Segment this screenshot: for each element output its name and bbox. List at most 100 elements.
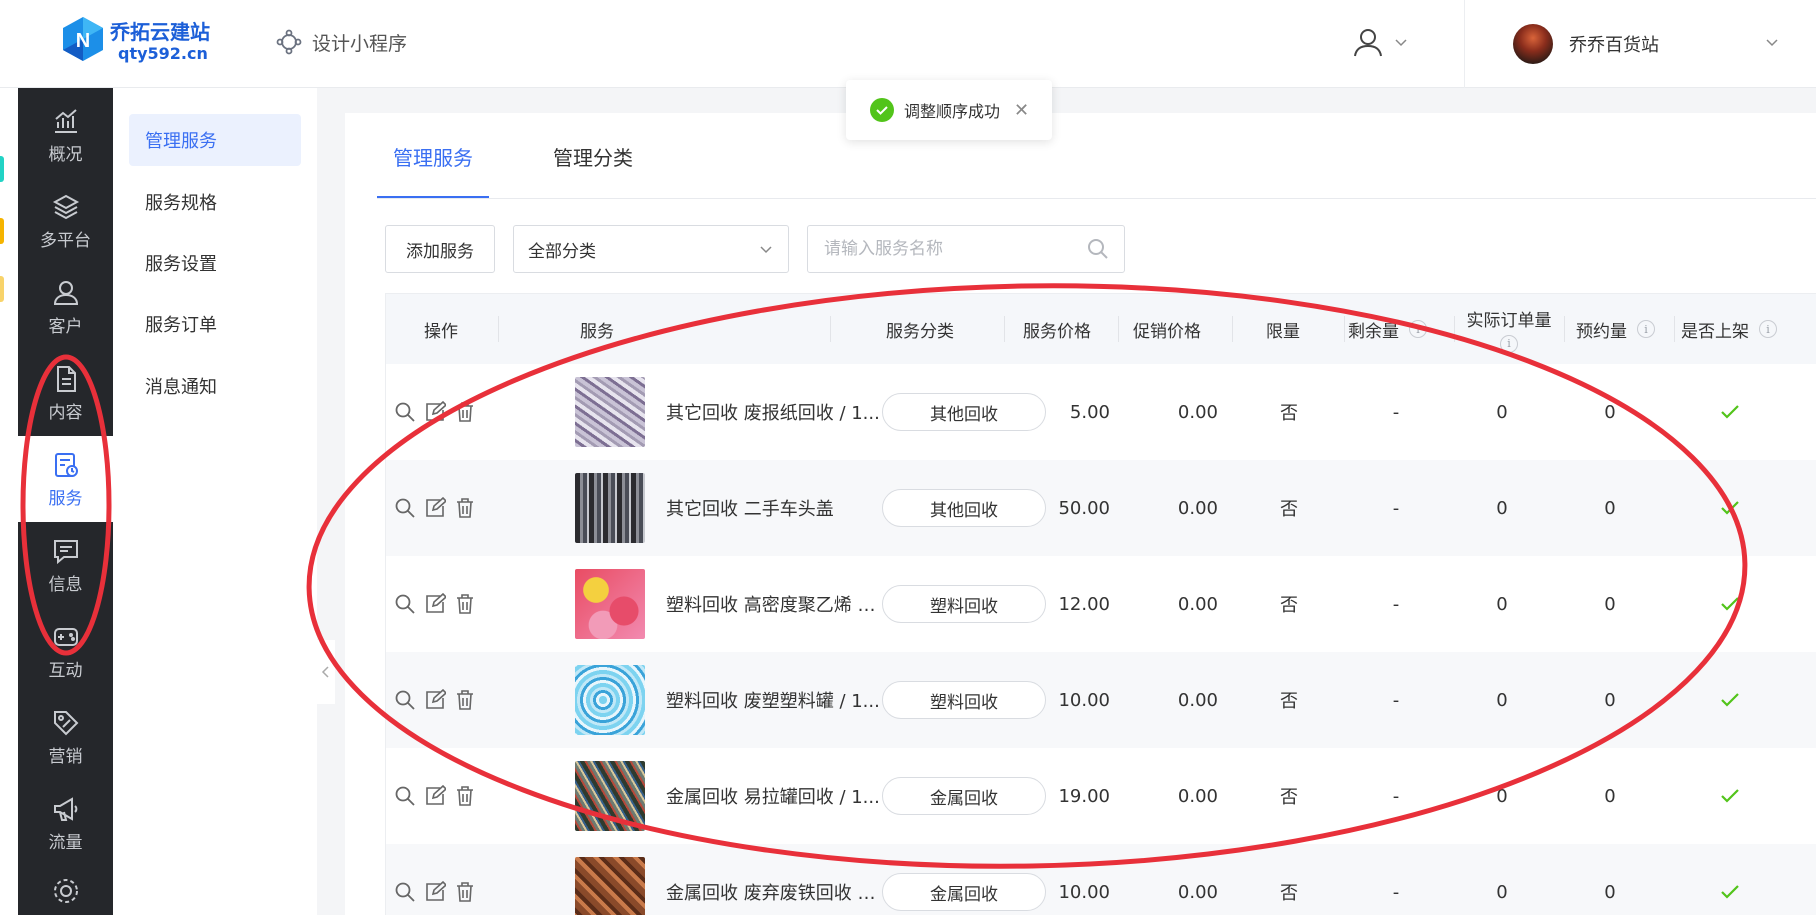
service-name[interactable]: 金属回收 废弃废铁回收 /...: [666, 879, 880, 905]
service-table: 操作 服务 服务分类 服务价格 促销价格 限量 剩余量 i 实际订单量 i 预约…: [385, 293, 1816, 915]
nav-label: 内容: [48, 402, 83, 423]
document-icon: [56, 365, 76, 392]
view-icon[interactable]: [394, 689, 416, 711]
service-name[interactable]: 金属回收 易拉罐回收 / 1...: [666, 783, 880, 809]
rail-marker: [0, 156, 4, 182]
price-cell: 12.00: [1058, 593, 1110, 615]
view-icon[interactable]: [394, 497, 416, 519]
on-shelf-cell[interactable]: [1719, 556, 1741, 652]
promo-price-cell: 0.00: [1177, 689, 1218, 711]
on-shelf-cell[interactable]: [1719, 844, 1741, 915]
on-shelf-cell[interactable]: [1719, 748, 1741, 844]
view-icon[interactable]: [394, 593, 416, 615]
delete-icon[interactable]: [454, 881, 476, 903]
on-shelf-cell[interactable]: [1719, 652, 1741, 748]
edit-icon[interactable]: [424, 881, 446, 903]
column-divider: [1454, 316, 1455, 342]
account-menu[interactable]: [1352, 22, 1408, 62]
edit-icon[interactable]: [424, 497, 446, 519]
row-actions: [394, 556, 476, 652]
nav-item-marketing[interactable]: 营销: [18, 694, 113, 780]
column-divider: [498, 316, 499, 342]
brand-logo[interactable]: N 乔拓云建站 qty592.cn: [60, 14, 280, 74]
submenu-service-spec[interactable]: 服务规格: [129, 176, 301, 228]
submenu-manage-service[interactable]: 管理服务: [129, 114, 301, 166]
chart-icon: [54, 108, 77, 133]
delete-icon[interactable]: [454, 593, 476, 615]
design-miniprogram-button[interactable]: 设计小程序: [276, 24, 407, 60]
service-name[interactable]: 塑料回收 高密度聚乙烯 /...: [666, 591, 880, 617]
game-icon: [53, 627, 78, 646]
row-actions: [394, 748, 476, 844]
nav-item-service[interactable]: 服务: [18, 436, 113, 522]
on-shelf-cell[interactable]: [1719, 460, 1741, 556]
column-divider: [1564, 316, 1565, 342]
info-icon[interactable]: i: [1637, 320, 1655, 338]
service-thumbnail[interactable]: [575, 460, 645, 556]
brand-domain: qty592.cn: [118, 44, 208, 63]
success-check-icon: [870, 98, 894, 122]
submenu-notifications[interactable]: 消息通知: [129, 360, 301, 412]
view-icon[interactable]: [394, 785, 416, 807]
delete-icon[interactable]: [454, 401, 476, 423]
toast-message: 调整顺序成功: [904, 102, 1001, 121]
table-row: 金属回收 易拉罐回收 / 1... 金属回收 19.00 0.00 否 - 0 …: [386, 748, 1816, 844]
service-thumbnail[interactable]: [575, 364, 645, 460]
main-panel: 管理服务 管理分类 添加服务 全部分类 操作 服务 服务分类 服务价格 促销价格…: [345, 113, 1816, 915]
tab-manage-category[interactable]: 管理分类: [537, 113, 649, 199]
nav-item-content[interactable]: 内容: [18, 350, 113, 436]
tab-manage-service[interactable]: 管理服务: [377, 113, 489, 199]
submenu-service-orders[interactable]: 服务订单: [129, 298, 301, 350]
service-thumbnail[interactable]: [575, 844, 645, 915]
category-cell: 塑料回收: [882, 556, 1046, 652]
nav-item-messages[interactable]: 信息: [18, 522, 113, 608]
service-thumbnail[interactable]: [575, 556, 645, 652]
service-name-cell: 金属回收 易拉罐回收 / 1...: [666, 748, 880, 844]
add-service-button[interactable]: 添加服务: [385, 225, 495, 273]
remaining-cell: -: [1392, 497, 1400, 519]
promo-price-cell: 0.00: [1177, 593, 1218, 615]
top-header: N 乔拓云建站 qty592.cn 设计小程序 乔乔百货站: [0, 0, 1816, 88]
delete-icon[interactable]: [454, 497, 476, 519]
reserved-cell: 0: [1604, 401, 1616, 423]
nav-item-customers[interactable]: 客户: [18, 264, 113, 350]
search-input[interactable]: [822, 238, 1072, 260]
info-icon[interactable]: i: [1759, 320, 1777, 338]
on-shelf-cell[interactable]: [1719, 364, 1741, 460]
service-thumbnail[interactable]: [575, 652, 645, 748]
left-rail: [0, 88, 18, 915]
nav-item-interaction[interactable]: 互动: [18, 608, 113, 694]
submenu-service-settings[interactable]: 服务设置: [129, 237, 301, 289]
nav-item-more[interactable]: [18, 866, 113, 915]
nav-item-multiplatform[interactable]: 多平台: [18, 178, 113, 264]
remaining-cell: -: [1392, 401, 1400, 423]
edit-icon[interactable]: [424, 593, 446, 615]
price-cell: 50.00: [1058, 497, 1110, 519]
service-name[interactable]: 其它回收 废报纸回收 / 1...: [666, 399, 880, 425]
view-icon[interactable]: [394, 881, 416, 903]
service-name[interactable]: 其它回收 二手车头盖: [666, 495, 880, 521]
close-icon[interactable]: ✕: [1014, 100, 1029, 121]
info-icon[interactable]: i: [1500, 334, 1518, 353]
edit-icon[interactable]: [424, 689, 446, 711]
edit-icon[interactable]: [424, 785, 446, 807]
limit-cell: 否: [1280, 499, 1298, 520]
service-name[interactable]: 塑料回收 废塑塑料罐 / 1...: [666, 687, 880, 713]
nav-item-overview[interactable]: 概况: [18, 92, 113, 178]
store-switcher[interactable]: 乔乔百货站: [1464, 0, 1816, 88]
view-icon[interactable]: [394, 401, 416, 423]
delete-icon[interactable]: [454, 689, 476, 711]
info-icon[interactable]: i: [1409, 320, 1427, 338]
category-cell: 金属回收: [882, 844, 1046, 915]
category-select[interactable]: 全部分类: [513, 225, 789, 273]
service-thumbnail[interactable]: [575, 748, 645, 844]
collapse-sidebar-button[interactable]: [317, 640, 335, 704]
search-icon[interactable]: [1086, 237, 1110, 261]
delete-icon[interactable]: [454, 785, 476, 807]
nav-label: 服务: [48, 488, 83, 509]
search-box: [807, 225, 1125, 273]
edit-icon[interactable]: [424, 401, 446, 423]
check-icon: [1721, 693, 1739, 707]
reserved-cell: 0: [1604, 497, 1616, 519]
nav-item-traffic[interactable]: 流量: [18, 780, 113, 866]
